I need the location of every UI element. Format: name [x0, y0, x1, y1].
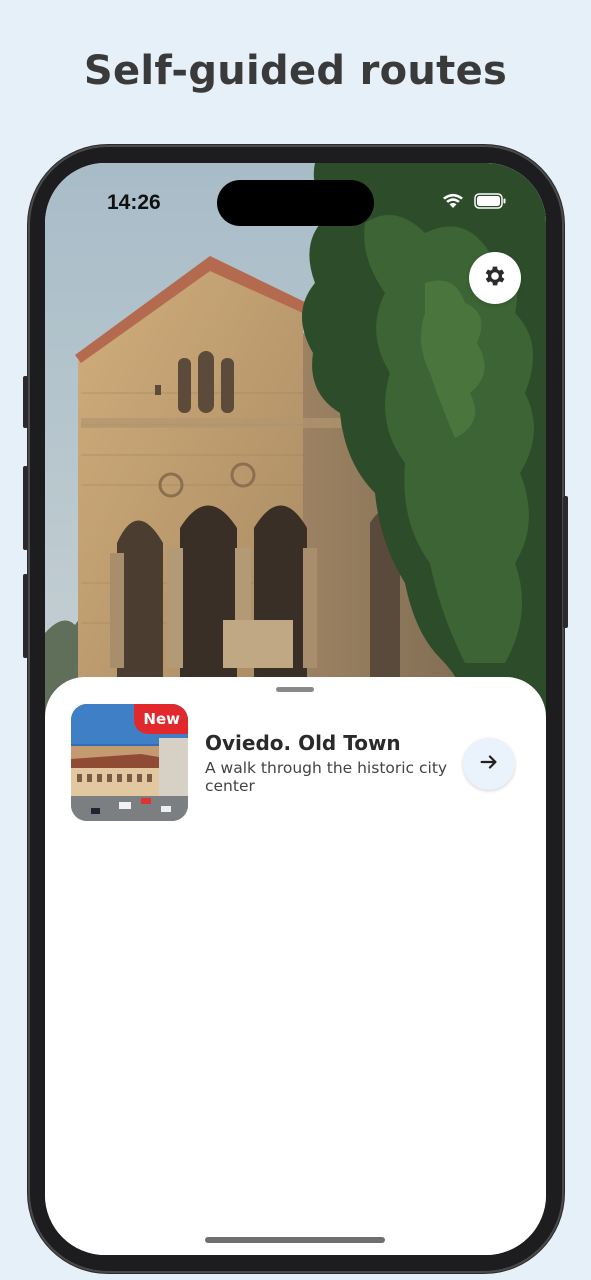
new-badge: New [134, 704, 188, 734]
arrow-right-icon [478, 751, 500, 778]
volume-up-button [23, 466, 28, 550]
dynamic-island [217, 180, 374, 226]
settings-button[interactable] [469, 252, 521, 304]
page-headline: Self-guided routes [83, 48, 508, 94]
hero-photo [45, 163, 546, 723]
battery-icon [474, 193, 506, 214]
routes-sheet: New Oviedo. Old Town A walk through the … [45, 677, 546, 1255]
wifi-icon [442, 193, 464, 214]
open-route-button[interactable] [463, 738, 515, 790]
power-button [563, 496, 568, 628]
app-screen: 14:26 New Oviedo. Old Town A walk throug… [45, 163, 546, 1255]
route-title: Oviedo. Old Town [205, 731, 401, 755]
gear-icon [482, 263, 508, 294]
volume-down-button [23, 574, 28, 658]
route-description: A walk through the historic city center [205, 759, 448, 795]
route-card[interactable]: New Oviedo. Old Town A walk through the … [71, 704, 521, 822]
home-indicator[interactable] [205, 1237, 385, 1243]
action-button [23, 376, 28, 428]
status-icons [442, 193, 506, 214]
sheet-grabber[interactable] [276, 687, 314, 692]
route-thumbnail: New [71, 704, 188, 821]
status-time: 14:26 [107, 191, 161, 214]
